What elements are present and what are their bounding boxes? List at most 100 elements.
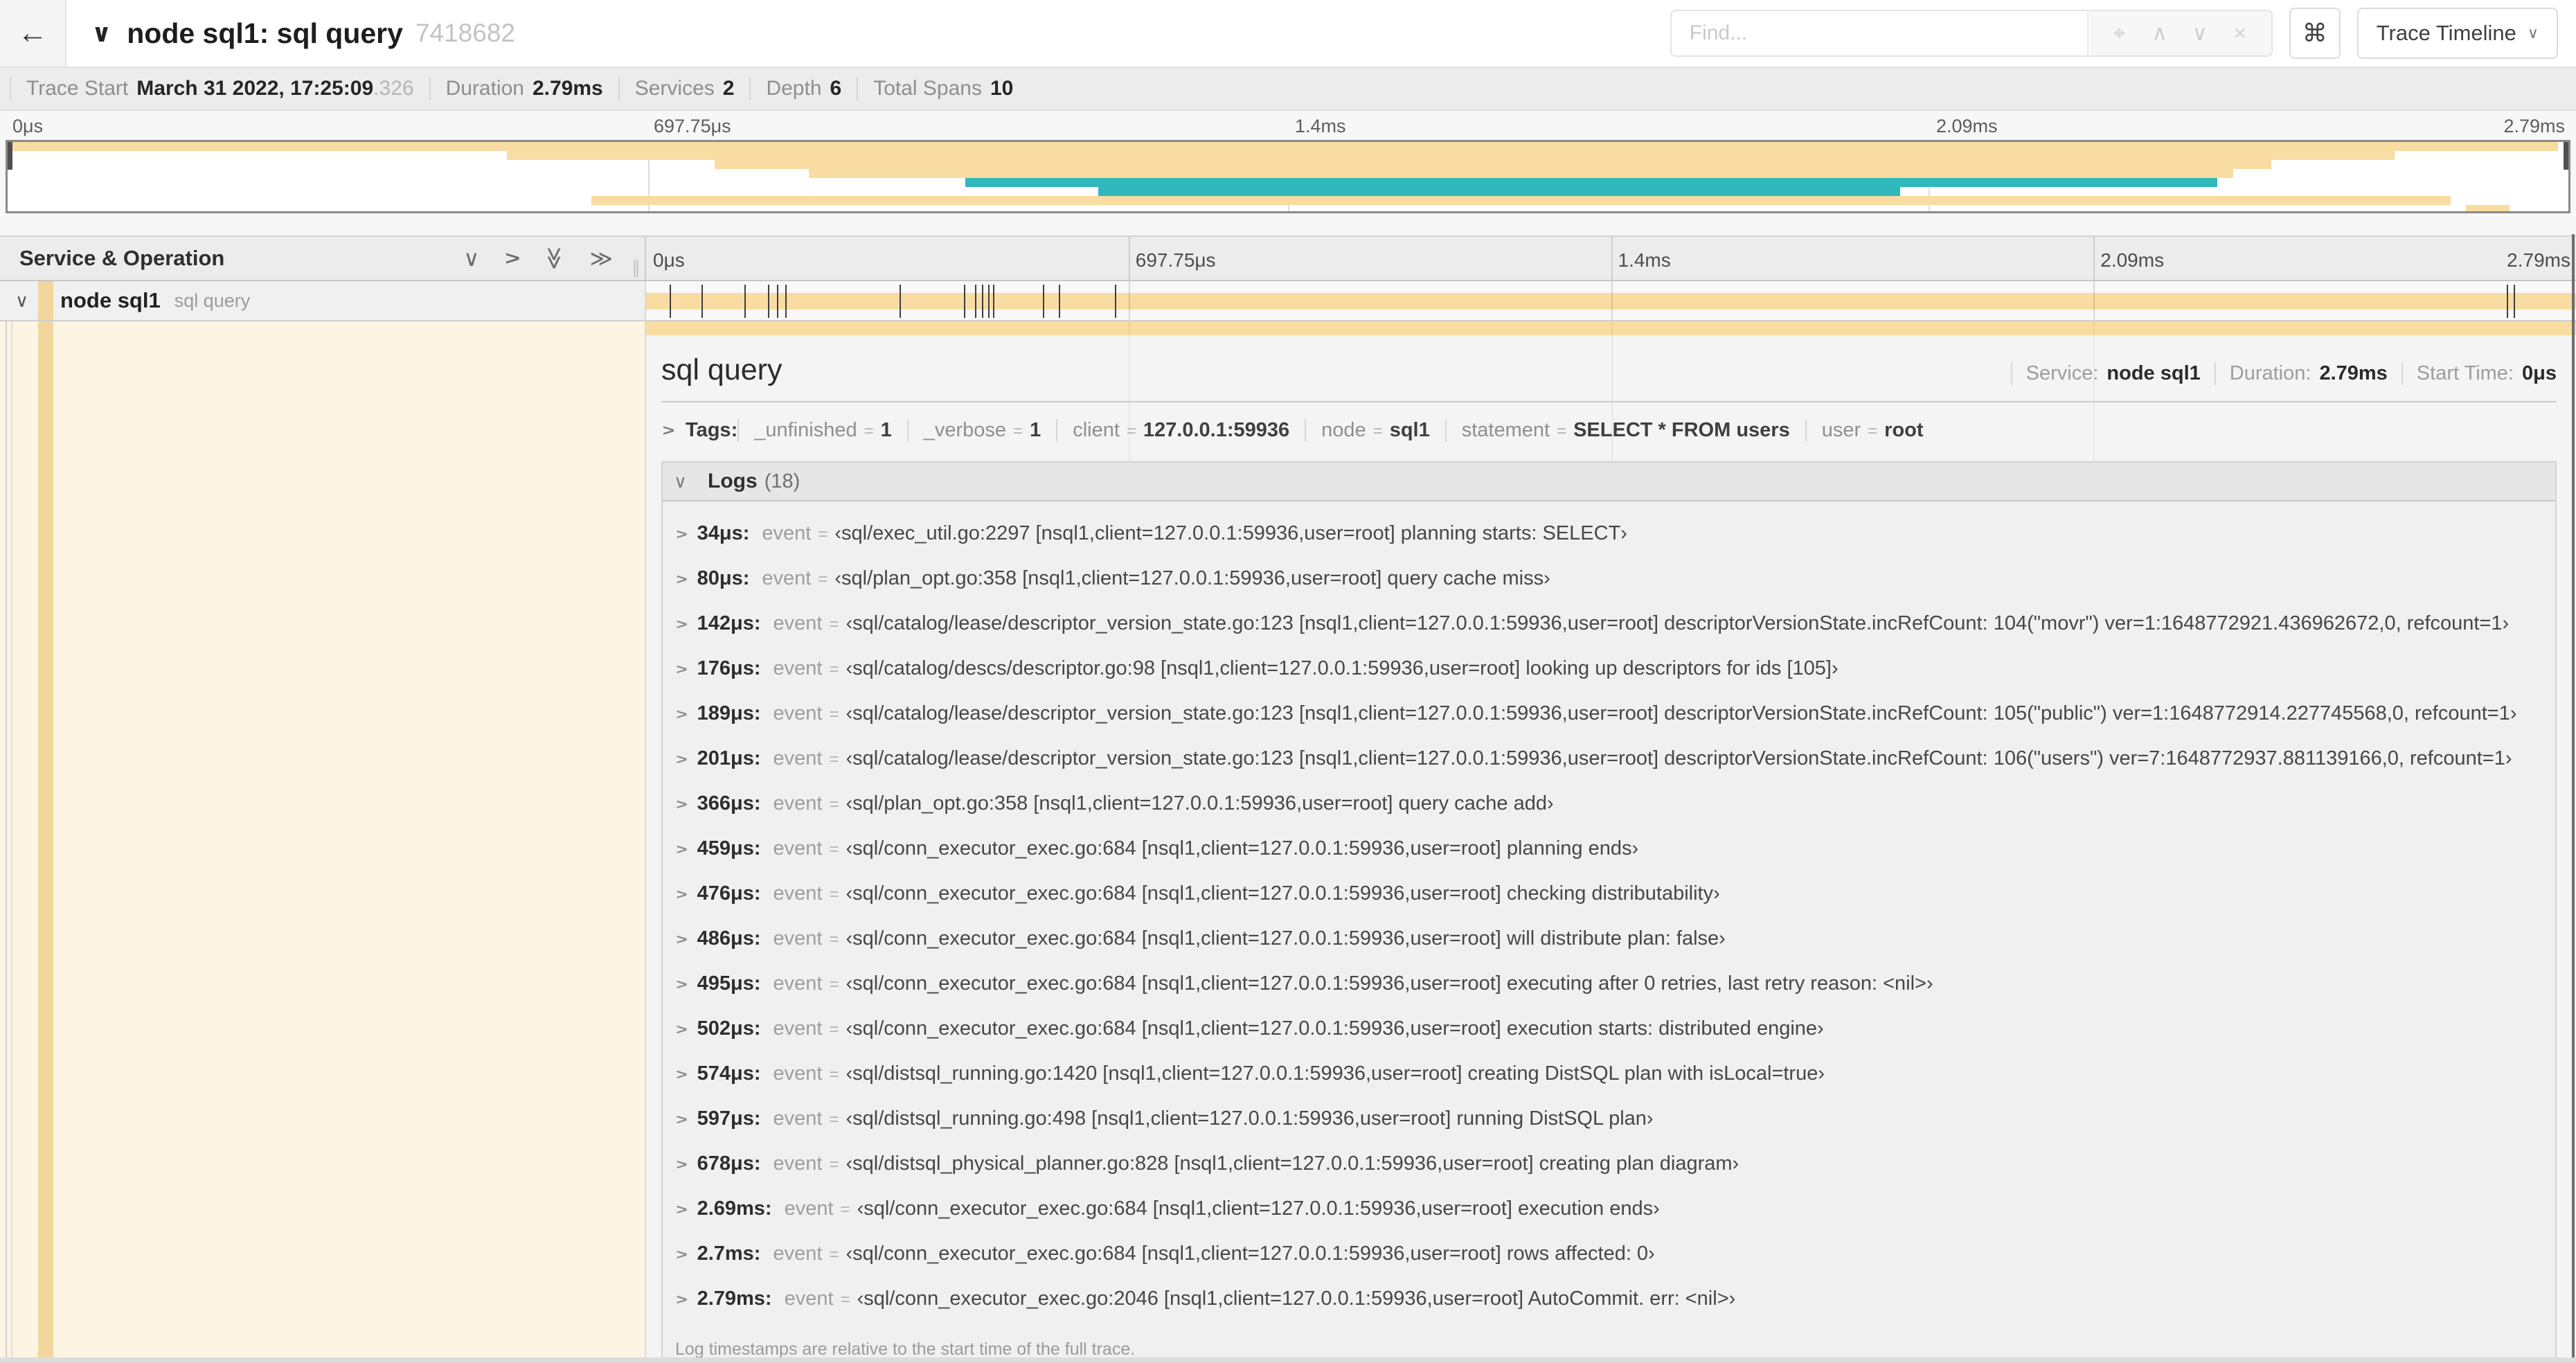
equals-sign: = <box>829 975 839 994</box>
find-input[interactable] <box>1671 11 2087 55</box>
chevron-right-icon[interactable]: ∨ <box>671 799 691 811</box>
minimap-left-scrub-handle[interactable] <box>8 142 12 170</box>
panel-right-border <box>2572 234 2575 1363</box>
chevron-right-icon[interactable]: ∨ <box>671 709 691 721</box>
chevron-right-icon[interactable]: ∨ <box>671 1204 691 1216</box>
indent-guide <box>6 321 7 1363</box>
summary-value: 6 <box>830 77 842 100</box>
log-entry[interactable]: ∨ 189μs: event = ‹sql/catalog/lease/desc… <box>672 702 2548 725</box>
chevron-right-icon[interactable]: ∨ <box>671 934 691 946</box>
tag-key: user <box>1821 419 1861 441</box>
log-entry[interactable]: ∨ 142μs: event = ‹sql/catalog/lease/desc… <box>672 612 2548 635</box>
tag-value: root <box>1884 419 1924 441</box>
log-entry[interactable]: ∨ 495μs: event = ‹sql/conn_executor_exec… <box>672 972 2548 995</box>
chevron-down-icon[interactable]: ∨ <box>15 290 28 312</box>
minimap-span-bar <box>714 160 2272 169</box>
log-entry[interactable]: ∨ 2.7ms: event = ‹sql/conn_executor_exec… <box>672 1242 2548 1265</box>
chevron-right-icon[interactable]: ∨ <box>671 844 691 856</box>
log-entry[interactable]: ∨ 502μs: event = ‹sql/conn_executor_exec… <box>672 1017 2548 1040</box>
log-entry[interactable]: ∨ 80μs: event = ‹sql/plan_opt.go:358 [ns… <box>672 567 2548 590</box>
chevron-right-icon[interactable]: ∨ <box>671 754 691 766</box>
log-timestamp: 142μs: <box>697 612 761 634</box>
log-field-value: ‹sql/distsql_physical_planner.go:828 [ns… <box>846 1152 1739 1175</box>
minimap-span-bar <box>2466 205 2510 211</box>
view-selector-button[interactable]: Trace Timeline ∨ <box>2356 8 2558 59</box>
log-field-key: event <box>784 1288 834 1310</box>
equals-sign: = <box>829 1245 839 1264</box>
grid-line <box>2093 281 2095 320</box>
summary-item: Duration 2.79ms <box>429 77 618 100</box>
log-entry[interactable]: ∨ 2.79ms: event = ‹sql/conn_executor_exe… <box>672 1288 2548 1310</box>
trace-title: node sql1: sql query <box>127 17 403 49</box>
log-field-key: event <box>762 522 812 544</box>
collapse-all-icon[interactable]: ∨ <box>463 247 479 269</box>
log-entry[interactable]: ∨ 459μs: event = ‹sql/conn_executor_exec… <box>672 837 2548 860</box>
span-row-bar-cell[interactable] <box>646 281 2576 320</box>
window-bottom-edge <box>0 1357 2576 1363</box>
log-field-value: ‹sql/catalog/lease/descriptor_version_st… <box>846 747 2512 769</box>
log-timestamp: 366μs: <box>697 792 761 814</box>
equals-sign: = <box>829 1020 839 1039</box>
meta-item: Start Time: 0μs <box>2401 362 2557 385</box>
ruler-tick-label: 0μs <box>653 249 685 271</box>
back-button[interactable]: ← <box>0 0 66 66</box>
chevron-right-icon[interactable]: ∨ <box>657 424 679 437</box>
clear-search-icon[interactable]: × <box>2220 21 2260 46</box>
log-entry[interactable]: ∨ 176μs: event = ‹sql/catalog/descs/desc… <box>672 657 2548 680</box>
minimap-right-scrub-handle[interactable] <box>2564 142 2568 170</box>
previous-result-icon[interactable]: ∧ <box>2140 21 2180 46</box>
collapse-deep-icon[interactable]: ≫ <box>542 247 567 270</box>
span-tree-column <box>0 321 646 1363</box>
minimap-canvas[interactable] <box>6 140 2570 213</box>
log-field-key: event <box>773 1107 823 1130</box>
log-entry[interactable]: ∨ 366μs: event = ‹sql/plan_opt.go:358 [n… <box>672 792 2548 815</box>
ruler-tick-label: 697.75μs <box>654 116 731 136</box>
chevron-right-icon[interactable]: ∨ <box>671 1249 691 1261</box>
minimap-span-bar <box>12 142 2559 151</box>
locate-icon[interactable]: ⌖ <box>2100 21 2140 46</box>
meta-item: Service: node sql1 <box>2010 362 2215 385</box>
log-entry[interactable]: ∨ 201μs: event = ‹sql/catalog/lease/desc… <box>672 747 2548 770</box>
keyboard-shortcuts-button[interactable]: ⌘ <box>2289 8 2341 59</box>
chevron-right-icon[interactable]: ∨ <box>671 663 691 676</box>
equals-sign: = <box>1868 422 1878 440</box>
expand-one-level-icon[interactable]: ∨ <box>499 250 524 266</box>
log-entry[interactable]: ∨ 574μs: event = ‹sql/distsql_running.go… <box>672 1062 2548 1085</box>
chevron-right-icon[interactable]: ∨ <box>671 618 691 631</box>
command-icon: ⌘ <box>2302 19 2327 47</box>
span-detail-accent-bar <box>646 321 2576 335</box>
tag-item: node = sql1 <box>1305 419 1445 442</box>
trace-content: sql query Service: node sql1 Duration: 2… <box>0 321 2576 1363</box>
logs-header[interactable]: ∨ Logs (18) <box>663 463 2555 501</box>
chevron-right-icon[interactable]: ∨ <box>671 1114 691 1126</box>
log-entry[interactable]: ∨ 597μs: event = ‹sql/distsql_running.go… <box>672 1107 2548 1130</box>
span-row[interactable]: ∨ node sql1 sql query <box>0 281 2576 321</box>
chevron-right-icon[interactable]: ∨ <box>671 889 691 901</box>
log-timestamp: 201μs: <box>697 747 761 769</box>
collapse-trace-header-icon[interactable]: ∨ <box>91 19 111 48</box>
log-timestamp: 2.7ms: <box>697 1242 761 1265</box>
log-entry[interactable]: ∨ 476μs: event = ‹sql/conn_executor_exec… <box>672 882 2548 905</box>
log-entry[interactable]: ∨ 486μs: event = ‹sql/conn_executor_exec… <box>672 927 2548 950</box>
span-detail: sql query Service: node sql1 Duration: 2… <box>657 353 2557 1363</box>
chevron-right-icon[interactable]: ∨ <box>671 1069 691 1081</box>
chevron-right-icon[interactable]: ∨ <box>671 1159 691 1171</box>
chevron-right-icon[interactable]: ∨ <box>671 573 691 586</box>
column-resize-grip[interactable]: ∥ <box>632 257 641 278</box>
log-entry[interactable]: ∨ 2.69ms: event = ‹sql/conn_executor_exe… <box>672 1197 2548 1220</box>
tag-item: user = root <box>1805 419 1939 442</box>
span-detail-title-row: sql query Service: node sql1 Duration: 2… <box>661 353 2557 387</box>
chevron-right-icon[interactable]: ∨ <box>671 979 691 991</box>
log-field-key: event <box>773 927 823 950</box>
tags-row[interactable]: ∨ Tags: _unfinished = 1 _verbose = 1 cli… <box>657 419 2557 442</box>
expand-all-icon[interactable]: ≫ <box>590 247 614 269</box>
chevron-right-icon[interactable]: ∨ <box>671 1024 691 1036</box>
log-entry[interactable]: ∨ 34μs: event = ‹sql/exec_util.go:2297 [… <box>672 522 2548 545</box>
chevron-right-icon[interactable]: ∨ <box>671 1294 691 1306</box>
chevron-right-icon[interactable]: ∨ <box>671 528 691 541</box>
log-entry[interactable]: ∨ 678μs: event = ‹sql/distsql_physical_p… <box>672 1152 2548 1175</box>
next-result-icon[interactable]: ∨ <box>2180 21 2220 46</box>
log-timestamp: 502μs: <box>697 1017 761 1040</box>
log-field-value: ‹sql/plan_opt.go:358 [nsql1,client=127.0… <box>834 567 1550 589</box>
span-row-name-cell[interactable]: ∨ node sql1 sql query <box>0 281 646 320</box>
